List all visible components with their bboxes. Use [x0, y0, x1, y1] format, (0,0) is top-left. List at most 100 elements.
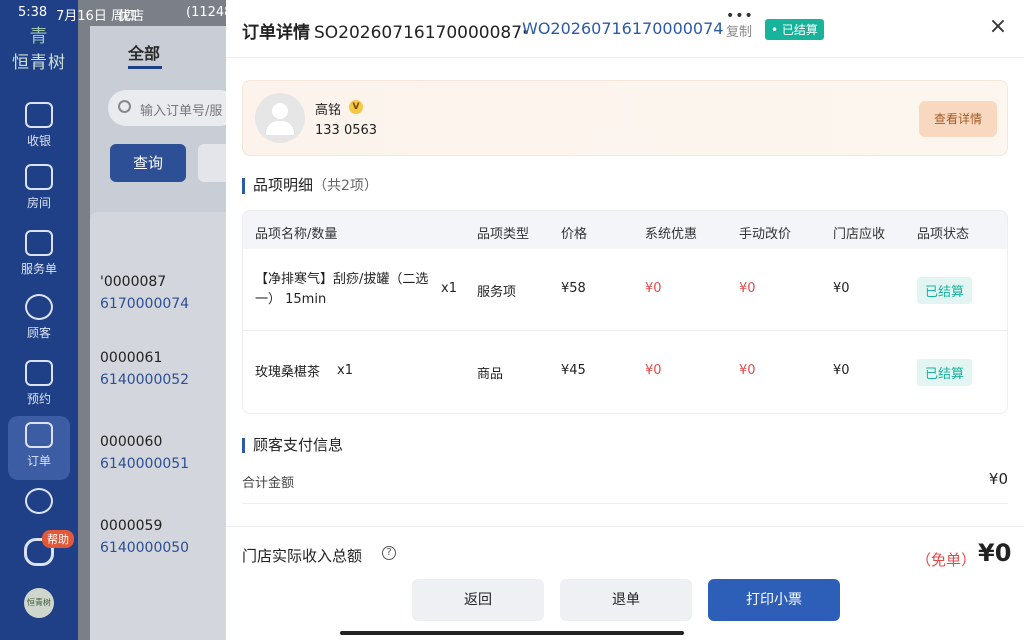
drawer-footer: 门店实际收入总额 ? （免单） ¥0 返回 退单 打印小票 — [226, 526, 1024, 640]
help-circle-icon[interactable]: ? — [382, 546, 396, 560]
title-text: 订单详情 — [242, 23, 310, 43]
clipboard-icon — [25, 230, 53, 256]
column-header: 系统优惠 — [645, 227, 698, 242]
manual-adjust: ¥0 — [739, 363, 756, 378]
sidebar-item-more[interactable] — [8, 484, 70, 518]
sidebar-item-appointments[interactable]: 预约 — [8, 354, 70, 418]
list-item[interactable]: 0000061 6140000052 — [100, 350, 189, 388]
sidebar-item-customers[interactable]: 顾客 — [8, 288, 70, 352]
order-number: 0000060 — [100, 434, 163, 450]
total-income-label: 门店实际收入总额 — [242, 547, 363, 565]
item-price: ¥45 — [561, 363, 586, 378]
print-receipt-button[interactable]: 打印小票 — [708, 579, 840, 621]
brand-logo: 青 恒青树 — [8, 22, 70, 73]
item-name: 【净排寒气】刮痧/拔罐（二选一） 15min — [255, 272, 429, 307]
sidebar-item-orders[interactable]: 订单 — [8, 416, 70, 480]
work-order-number: 6140000050 — [100, 540, 190, 556]
brand-name: 恒青树 — [12, 53, 66, 73]
item-status-badge: 已结算 — [917, 359, 973, 386]
list-item[interactable]: 0000060 6140000051 — [100, 434, 189, 472]
sidebar-item-rooms[interactable]: 房间 — [8, 158, 70, 222]
payment-value: ¥0 — [988, 470, 1008, 488]
view-customer-button[interactable]: 查看详情 — [919, 101, 997, 137]
list-item[interactable]: '0000087 6170000074 — [100, 274, 189, 312]
avatar — [255, 93, 305, 143]
vip-icon: V — [349, 100, 363, 114]
order-list-icon — [25, 422, 53, 448]
list-item[interactable]: 0000059 6140000050 — [100, 518, 189, 556]
items-table: 品项名称/数量 品项类型 价格 系统优惠 手动改价 门店应收 品项状态 【净排寒… — [242, 210, 1008, 414]
user-icon — [25, 294, 53, 320]
work-order-number: 6170000074 — [100, 296, 190, 312]
tab-all[interactable]: 全部 — [128, 40, 160, 64]
items-section-title: 品项明细（共2项） — [242, 178, 378, 194]
so-number: SO20260716170000087 — [314, 23, 523, 43]
manual-adjust: ¥0 — [739, 281, 756, 296]
table-row: 【净排寒气】刮痧/拔罐（二选一） 15min x1 服务项 ¥58 ¥0 ¥0 … — [243, 249, 1007, 331]
system-discount: ¥0 — [645, 281, 662, 296]
work-order-number: 6140000051 — [100, 456, 190, 472]
table-header: 品项名称/数量 品项类型 价格 系统优惠 手动改价 门店应收 品项状态 — [243, 211, 1007, 249]
item-qty: x1 — [337, 363, 353, 378]
column-header: 品项状态 — [917, 227, 970, 242]
home-indicator[interactable] — [340, 631, 684, 635]
column-header: 品项名称/数量 — [255, 227, 338, 242]
search-icon — [118, 100, 131, 113]
users-icon — [25, 488, 53, 514]
calendar-icon — [25, 360, 53, 386]
wo-number-link[interactable]: WO20260716170000074 — [522, 19, 723, 38]
drawer-header: 订单详情 SO20260716170000087· WO2026071617000… — [226, 0, 1024, 58]
close-icon[interactable]: × — [986, 16, 1010, 40]
status-time: 5:38 — [18, 5, 48, 20]
column-header: 价格 — [561, 227, 588, 242]
query-button[interactable]: 查询 — [110, 144, 186, 182]
tab-underline — [128, 66, 162, 69]
column-header: 手动改价 — [739, 227, 792, 242]
item-count: （共2项） — [313, 178, 378, 194]
sidebar-item-label: 收银 — [26, 134, 51, 148]
section-title-text: 品项明细 — [253, 176, 314, 194]
sidebar-item-label: 服务单 — [20, 262, 57, 276]
refund-button[interactable]: 退单 — [560, 579, 692, 621]
sidebar-item-service-orders[interactable]: 服务单 — [8, 224, 70, 288]
payment-label: 合计金额 — [242, 476, 295, 491]
item-type: 服务项 — [477, 285, 517, 300]
item-type: 商品 — [477, 367, 504, 382]
column-header: 品项类型 — [477, 227, 530, 242]
store-receivable: ¥0 — [833, 363, 850, 378]
payment-row: 合计金额 ¥0 — [242, 458, 1008, 504]
system-discount: ¥0 — [645, 363, 662, 378]
order-number: 0000059 — [100, 518, 163, 534]
payment-section-title: 顾客支付信息 — [242, 438, 343, 453]
more-icon[interactable]: ••• — [726, 8, 754, 24]
order-number: '0000087 — [100, 274, 167, 290]
avatar-body — [266, 121, 294, 135]
status-store: 优店 — [118, 9, 145, 24]
order-number: 0000061 — [100, 350, 163, 366]
table-row: 玫瑰桑椹茶 x1 商品 ¥45 ¥0 ¥0 ¥0 已结算 — [243, 331, 1007, 413]
help-badge[interactable]: 帮助 — [42, 530, 74, 548]
column-header: 门店应收 — [833, 227, 886, 242]
item-qty: x1 — [441, 281, 457, 296]
sidebar-item-label: 订单 — [26, 454, 51, 468]
work-order-number: 6140000052 — [100, 372, 190, 388]
customer-card: 高铭 V 133 0563 查看详情 — [242, 80, 1008, 156]
app-sidebar: 青 恒青树 收银 房间 服务单 顾客 预约 订单 帮助 恒青树 — [0, 0, 78, 640]
page-title: 订单详情 SO20260716170000087· — [242, 18, 529, 43]
sidebar-item-label: 预约 — [26, 392, 51, 406]
avatar-head — [272, 103, 288, 119]
mini-logo: 恒青树 — [24, 588, 54, 618]
status-badge: • 已结算 — [765, 19, 824, 40]
free-order-tag: （免单） — [916, 551, 977, 569]
back-button[interactable]: 返回 — [412, 579, 544, 621]
sidebar-item-cashier[interactable]: 收银 — [8, 96, 70, 160]
order-detail-drawer: 订单详情 SO20260716170000087· WO2026071617000… — [226, 0, 1024, 640]
customer-name: 高铭 — [315, 103, 342, 118]
cashier-icon — [25, 102, 53, 128]
store-receivable: ¥0 — [833, 281, 850, 296]
status-bar: 5:38 7月16日 周四 优店 (11248 — [0, 0, 232, 26]
item-status-badge: 已结算 — [917, 277, 973, 304]
sidebar-item-label: 顾客 — [26, 326, 51, 340]
sidebar-item-label: 房间 — [26, 196, 51, 210]
total-income-value: ¥0 — [978, 539, 1012, 567]
